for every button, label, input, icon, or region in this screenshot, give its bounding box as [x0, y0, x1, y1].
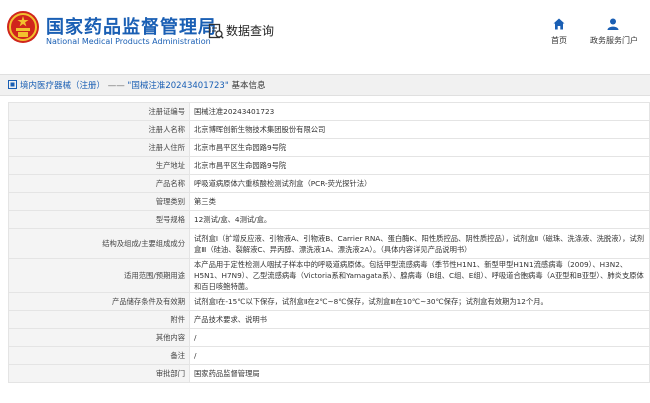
table-row: 附件 产品技术要求、说明书	[8, 310, 650, 329]
row-label: 产品储存条件及有效期	[8, 292, 190, 311]
table-row: 产品储存条件及有效期 试剂盒Ⅰ在-15℃以下保存，试剂盒Ⅱ在2℃~8℃保存，试剂…	[8, 292, 650, 311]
table-row: 备注 /	[8, 346, 650, 365]
row-value: 12测试/盒、4测试/盒。	[189, 210, 650, 229]
table-row: 型号规格 12测试/盒、4测试/盒。	[8, 210, 650, 229]
row-value: /	[189, 346, 650, 365]
table-row: 适用范围/预期用途 本产品用于定性检测人咽拭子样本中的呼吸道病原体。包括甲型流感…	[8, 258, 650, 293]
row-label: 注册证编号	[8, 102, 190, 121]
user-icon	[607, 18, 619, 30]
data-query-link[interactable]: 数据查询	[208, 22, 274, 39]
row-label: 结构及组成/主要组成成分	[8, 228, 190, 259]
row-label: 审批部门	[8, 364, 190, 383]
row-value: /	[189, 328, 650, 347]
detail-table: 注册证编号 国械注准20243401723 注册人名称 北京博晖创新生物技术集团…	[8, 102, 650, 383]
national-emblem-icon	[7, 11, 39, 43]
row-label: 型号规格	[8, 210, 190, 229]
location-icon	[8, 80, 17, 89]
row-value: 国家药品监督管理局	[189, 364, 650, 383]
row-label: 产品名称	[8, 174, 190, 193]
table-row: 审批部门 国家药品监督管理局	[8, 364, 650, 383]
row-label: 生产地址	[8, 156, 190, 175]
table-row: 产品名称 呼吸道病原体六重核酸检测试剂盒（PCR-荧光探针法）	[8, 174, 650, 193]
table-row: 生产地址 北京市昌平区生命园路9号院	[8, 156, 650, 175]
row-value: 北京博晖创新生物技术集团股份有限公司	[189, 120, 650, 139]
detail-table-container: 注册证编号 国械注准20243401723 注册人名称 北京博晖创新生物技术集团…	[8, 102, 650, 383]
nav-gov-service-label: 政务服务门户	[590, 36, 638, 45]
row-value: 第三类	[189, 192, 650, 211]
table-row: 结构及组成/主要组成成分 试剂盒Ⅰ（扩增反应液、引物液A、引物液B、Carrie…	[8, 228, 650, 259]
breadcrumb-category[interactable]: 境内医疗器械（注册）	[20, 81, 105, 91]
breadcrumb-separator: ——	[107, 81, 125, 91]
table-row: 注册人名称 北京博晖创新生物技术集团股份有限公司	[8, 120, 650, 139]
row-value: 试剂盒Ⅰ在-15℃以下保存，试剂盒Ⅱ在2℃~8℃保存，试剂盒Ⅲ在10℃~30℃保…	[189, 292, 650, 311]
nav-home[interactable]: 首页	[544, 18, 574, 46]
row-value: 国械注准20243401723	[189, 102, 650, 121]
home-icon	[553, 18, 565, 30]
row-label: 注册人住所	[8, 138, 190, 157]
breadcrumb: 境内医疗器械（注册） —— "国械注准20243401723" 基本信息	[0, 74, 650, 96]
row-label: 注册人名称	[8, 120, 190, 139]
row-label: 其他内容	[8, 328, 190, 347]
site-header: 国家药品监督管理局 National Medical Products Admi…	[0, 0, 650, 62]
breadcrumb-title: "国械注准20243401723"	[127, 81, 229, 91]
row-value: 产品技术要求、说明书	[189, 310, 650, 329]
row-value: 北京市昌平区生命园路9号院	[189, 156, 650, 175]
document-search-icon	[208, 23, 224, 39]
row-label: 备注	[8, 346, 190, 365]
nav-gov-service-portal[interactable]: 政务服务门户	[590, 18, 638, 46]
row-value: 呼吸道病原体六重核酸检测试剂盒（PCR-荧光探针法）	[189, 174, 650, 193]
row-value: 北京市昌平区生命园路9号院	[189, 138, 650, 157]
row-label: 管理类别	[8, 192, 190, 211]
table-row: 注册人住所 北京市昌平区生命园路9号院	[8, 138, 650, 157]
table-row: 管理类别 第三类	[8, 192, 650, 211]
row-label: 附件	[8, 310, 190, 329]
table-row: 其他内容 /	[8, 328, 650, 347]
table-row: 注册证编号 国械注准20243401723	[8, 102, 650, 121]
nav-home-label: 首页	[551, 36, 567, 45]
row-value: 本产品用于定性检测人咽拭子样本中的呼吸道病原体。包括甲型流感病毒（季节性H1N1…	[189, 258, 650, 293]
site-name-cn[interactable]: 国家药品监督管理局	[46, 13, 217, 39]
data-query-label: 数据查询	[226, 24, 275, 38]
row-label: 适用范围/预期用途	[8, 258, 190, 293]
site-name-en: National Medical Products Administration	[46, 37, 211, 46]
breadcrumb-suffix: 基本信息	[231, 81, 266, 91]
row-value: 试剂盒Ⅰ（扩增反应液、引物液A、引物液B、Carrier RNA、蛋白酶K、阳性…	[189, 228, 650, 259]
